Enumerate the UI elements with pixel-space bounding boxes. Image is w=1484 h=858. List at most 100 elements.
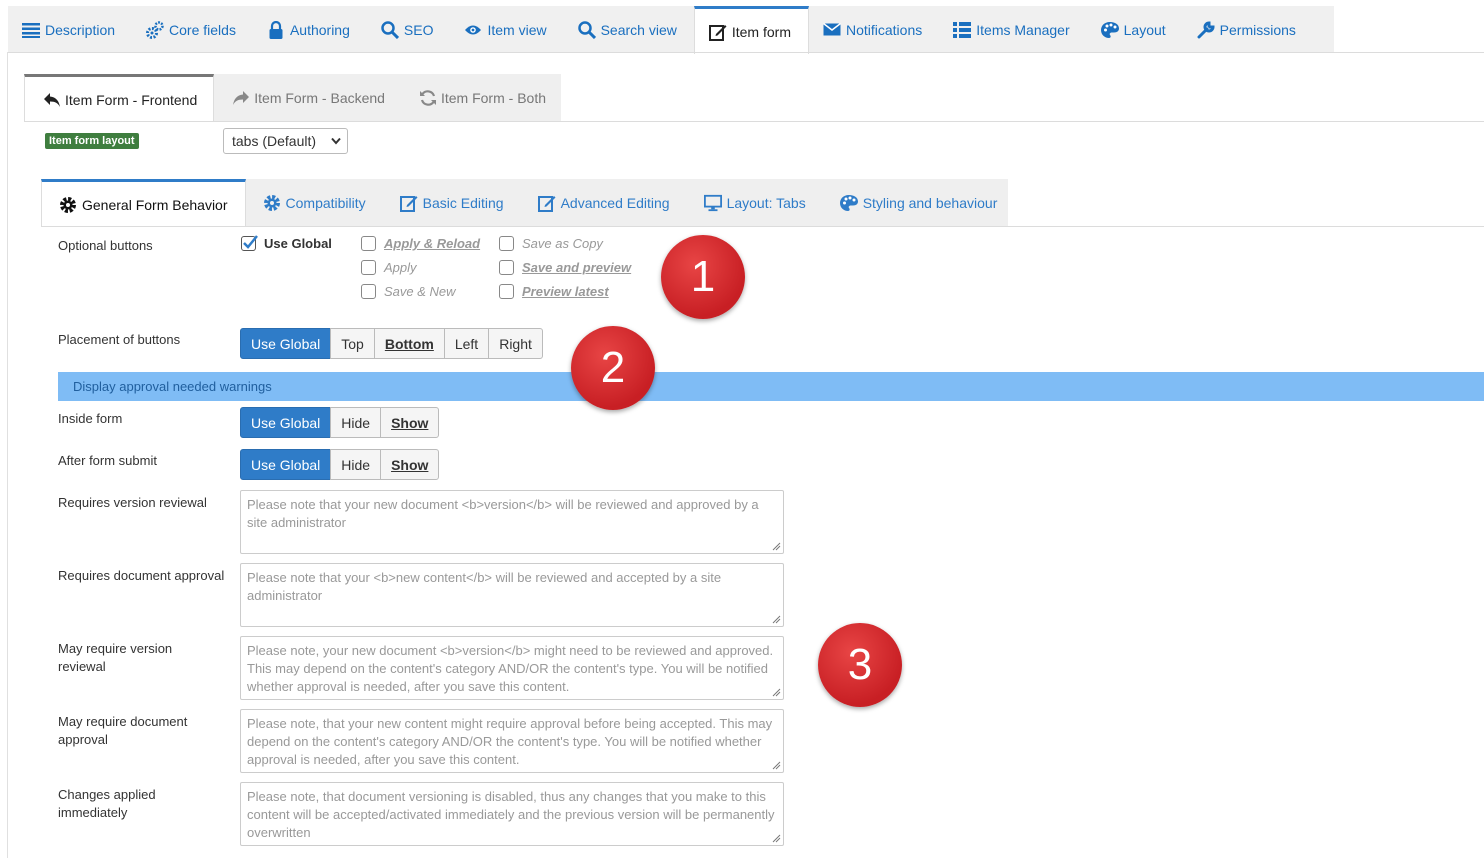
palette-icon [1100, 21, 1119, 39]
tab-item-view[interactable]: Item view [450, 6, 563, 53]
placement-top-button[interactable]: Top [330, 328, 375, 359]
after-submit-use-global-button[interactable]: Use Global [240, 449, 332, 480]
checkbox-box [361, 236, 376, 251]
list-icon [22, 21, 40, 39]
tab-label: Notifications [845, 21, 923, 38]
tab-seo[interactable]: SEO [367, 6, 451, 53]
resize-grip-icon[interactable] [772, 542, 781, 551]
tab-search-view[interactable]: Search view [564, 6, 694, 53]
requires-version-reviewal-label: Requires version reviewal [58, 495, 207, 510]
tab-basic-editing[interactable]: Basic Editing [383, 179, 521, 227]
checkbox-label: Save as Copy [522, 236, 603, 251]
requires-version-reviewal-textarea[interactable]: Please note that your new document <b>ve… [240, 490, 784, 554]
item-form-layout-label: Item form layout [45, 133, 139, 149]
checkbox-box [361, 284, 376, 299]
edit-icon [399, 194, 418, 212]
tab-core-fields[interactable]: Core fields [132, 6, 253, 53]
tab-label: Layout: Tabs [726, 195, 806, 211]
textarea-placeholder: Please note, your new document <b>versio… [247, 643, 774, 694]
tab-label: Search view [600, 21, 677, 38]
tab-label: Permissions [1219, 21, 1296, 38]
may-require-version-reviewal-label: May require version reviewal [58, 641, 173, 674]
resize-grip-icon[interactable] [772, 615, 781, 624]
tab-label: Item Form - Frontend [65, 91, 198, 108]
tab-notifications[interactable]: Notifications [809, 6, 939, 53]
layout-select-value: tabs (Default) [232, 133, 317, 149]
tab-label: Item Form - Both [440, 90, 546, 106]
tab-bar-divider [8, 52, 1484, 53]
changes-applied-immediately-textarea[interactable]: Please note, that document versioning is… [240, 782, 784, 846]
tab-label: Basic Editing [422, 195, 504, 211]
save-and-preview-checkbox[interactable]: Save and preview [499, 260, 631, 275]
tab-layout-tabs[interactable]: Layout: Tabs [687, 179, 823, 227]
tab-label: Advanced Editing [560, 195, 670, 211]
preview-latest-checkbox[interactable]: Preview latest [499, 284, 609, 299]
tab-label: Items Manager [976, 21, 1070, 38]
save-as-copy-checkbox[interactable]: Save as Copy [499, 236, 603, 251]
textarea-placeholder: Please note, that document versioning is… [247, 789, 775, 840]
resize-grip-icon[interactable] [772, 761, 781, 770]
section-title: Display approval needed warnings [73, 379, 272, 394]
chevron-down-icon [331, 137, 341, 145]
tab-compatibility[interactable]: Compatibility [246, 179, 383, 227]
inside-form-show-button[interactable]: Show [380, 407, 440, 438]
requires-document-approval-textarea[interactable]: Please note that your <b>new content</b>… [240, 563, 784, 627]
sub-tab-divider [24, 121, 1484, 122]
apply-checkbox[interactable]: Apply [361, 260, 417, 275]
annotation-badge-1: 1 [661, 235, 745, 319]
textarea-placeholder: Please note that your new document <b>ve… [247, 497, 759, 530]
checkbox-label: Use Global [264, 236, 332, 251]
placement-use-global-button[interactable]: Use Global [240, 328, 332, 359]
approval-warnings-section-header: Display approval needed warnings [58, 372, 1484, 401]
after-submit-show-button[interactable]: Show [380, 449, 440, 480]
share-icon [232, 89, 250, 107]
tab-label: General Form Behavior [82, 196, 228, 213]
inside-form-use-global-button[interactable]: Use Global [240, 407, 332, 438]
textarea-placeholder: Please note, that your new content might… [247, 716, 773, 767]
placement-left-button[interactable]: Left [443, 328, 490, 359]
inside-form-button-group: Use Global Hide Show [240, 407, 440, 438]
tab-layout[interactable]: Layout [1087, 6, 1183, 53]
reply-icon [43, 91, 61, 109]
tab-item-form[interactable]: Item form [693, 6, 809, 54]
tab-items-manager[interactable]: Items Manager [939, 6, 1086, 53]
placement-label: Placement of buttons [58, 332, 181, 347]
tab-item-form-backend[interactable]: Item Form - Backend [214, 74, 401, 122]
checkbox-box [499, 260, 514, 275]
placement-bottom-button[interactable]: Bottom [373, 328, 445, 359]
tab-label: Authoring [289, 21, 350, 38]
tab-label: SEO [403, 21, 434, 38]
resize-grip-icon[interactable] [772, 688, 781, 697]
after-submit-hide-button[interactable]: Hide [330, 449, 382, 480]
checkbox-label: Save and preview [522, 260, 632, 275]
may-require-version-reviewal-textarea[interactable]: Please note, your new document <b>versio… [240, 636, 784, 700]
tab-description[interactable]: Description [8, 6, 132, 53]
main-tab-bar: Description Core fields Authoring SEO It… [8, 6, 1334, 54]
may-require-document-approval-textarea[interactable]: Please note, that your new content might… [240, 709, 784, 773]
eye-icon [464, 21, 482, 39]
resize-grip-icon[interactable] [772, 834, 781, 843]
search-icon [381, 20, 399, 39]
palette-icon [839, 194, 858, 212]
save-new-checkbox[interactable]: Save & New [361, 284, 456, 299]
tab-item-form-frontend[interactable]: Item Form - Frontend [24, 74, 215, 122]
settings-tab-divider [41, 226, 1484, 227]
tab-item-form-both[interactable]: Item Form - Both [401, 74, 562, 122]
may-require-document-approval-label: May require document approval [58, 714, 188, 747]
wrench-icon [1197, 20, 1215, 39]
use-global-checkbox[interactable]: Use Global [241, 235, 332, 251]
tab-advanced-editing[interactable]: Advanced Editing [521, 179, 687, 227]
edit-icon [537, 194, 556, 212]
tab-label: Styling and behaviour [862, 195, 998, 211]
placement-button-group: Use Global Top Bottom Left Right [240, 328, 543, 359]
item-form-layout-select[interactable]: tabs (Default) [223, 128, 348, 154]
apply-reload-checkbox[interactable]: Apply & Reload [361, 236, 480, 251]
inside-form-hide-button[interactable]: Hide [330, 407, 382, 438]
requires-document-approval-label: Requires document approval [58, 568, 225, 583]
cogs-icon [146, 20, 164, 39]
tab-general-form-behavior[interactable]: General Form Behavior [41, 179, 246, 227]
placement-right-button[interactable]: Right [488, 328, 543, 359]
tab-authoring[interactable]: Authoring [253, 6, 367, 53]
tab-permissions[interactable]: Permissions [1183, 6, 1313, 53]
tab-styling-behaviour[interactable]: Styling and behaviour [823, 179, 1015, 227]
